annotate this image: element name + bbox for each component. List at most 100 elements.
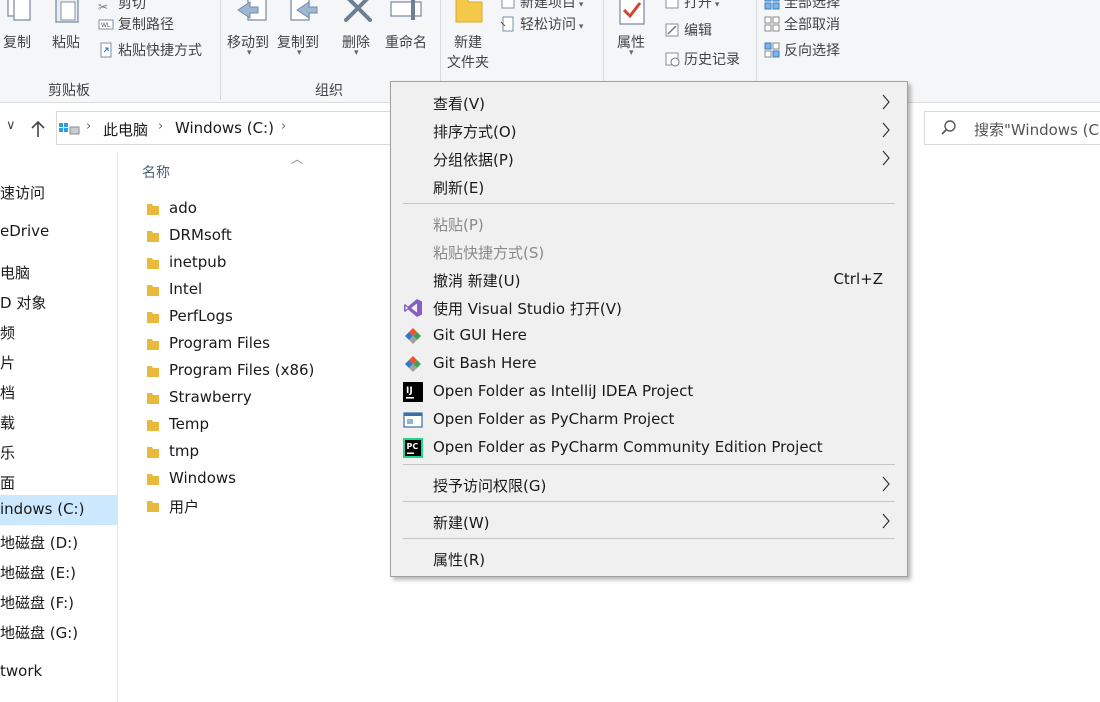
- submenu-arrow-icon: [882, 150, 890, 166]
- copy-to-icon[interactable]: [287, 0, 321, 26]
- folder-icon: [147, 474, 159, 485]
- new-folder-label-2: 文件夹: [447, 55, 489, 71]
- move-to-icon[interactable]: [236, 0, 270, 26]
- properties-caret[interactable]: ▾: [629, 48, 634, 58]
- clipboard-group-label: 剪贴板: [48, 83, 90, 99]
- copy-path-button[interactable]: WL 复制路径: [98, 14, 174, 34]
- new-item-button[interactable]: 新建项目 ▾: [500, 0, 583, 12]
- copy-path-icon: WL: [98, 19, 114, 30]
- folder-icon: [147, 366, 159, 377]
- menu-item-open-intellij[interactable]: IJ Open Folder as IntelliJ IDEA Project: [391, 378, 907, 404]
- open-icon: [665, 0, 679, 9]
- menu-item-new[interactable]: 新建(W): [391, 508, 907, 534]
- copy-button[interactable]: 复制: [3, 32, 31, 52]
- menu-item-git-gui-here[interactable]: Git GUI Here: [391, 322, 907, 348]
- breadcrumb-windows-c[interactable]: Windows (C:): [175, 119, 274, 137]
- rename-icon[interactable]: [389, 0, 425, 22]
- menu-separator: [403, 464, 895, 465]
- git-icon: [405, 356, 421, 372]
- ribbon-divider: [220, 0, 221, 100]
- folder-icon: [147, 393, 159, 404]
- edit-button[interactable]: 编辑: [664, 20, 712, 40]
- paste-icon[interactable]: [52, 0, 82, 26]
- svg-text:IJ: IJ: [406, 386, 413, 396]
- recent-locations-chevron-icon[interactable]: ∨: [6, 118, 16, 133]
- search-icon: [941, 120, 956, 135]
- folder-icon: [147, 447, 159, 458]
- menu-separator: [403, 203, 895, 204]
- move-to-caret[interactable]: ▾: [247, 48, 252, 58]
- select-all-button[interactable]: 全部选择: [764, 0, 840, 12]
- sort-ascending-icon: ︿: [291, 152, 304, 166]
- shortcut-label: Ctrl+Z: [833, 270, 883, 288]
- invert-selection-button[interactable]: 反向选择: [764, 40, 840, 60]
- new-item-icon: [501, 0, 515, 9]
- menu-item-properties[interactable]: 属性(R): [391, 545, 907, 571]
- properties-icon[interactable]: [618, 0, 648, 28]
- menu-item-open-pycharm-community[interactable]: PC Open Folder as PyCharm Community Edit…: [391, 434, 907, 460]
- menu-separator: [403, 538, 895, 539]
- breadcrumb-separator-icon[interactable]: ›: [158, 119, 163, 134]
- git-icon: [405, 328, 421, 344]
- up-arrow-icon[interactable]: [30, 120, 46, 138]
- context-menu: 查看(V) 排序方式(O) 分组依据(P) 刷新(E) 粘贴(P) 粘贴快捷方式…: [390, 81, 908, 577]
- easy-access-icon: [500, 16, 514, 32]
- paste-button[interactable]: 粘贴: [52, 32, 80, 52]
- copy-to-caret[interactable]: ▾: [297, 48, 302, 58]
- search-placeholder: 搜索"Windows (C:: [974, 121, 1100, 139]
- folder-icon: [147, 420, 159, 431]
- select-all-icon: [764, 0, 780, 10]
- menu-item-sort-by[interactable]: 排序方式(O): [391, 117, 907, 143]
- folder-icon: [147, 204, 159, 215]
- history-button[interactable]: 历史记录: [664, 49, 740, 69]
- delete-icon[interactable]: [342, 0, 374, 22]
- folder-icon: [147, 258, 159, 269]
- select-none-button[interactable]: 全部取消: [764, 14, 840, 34]
- folder-icon: [147, 339, 159, 350]
- invert-selection-icon: [764, 42, 780, 58]
- rename-button[interactable]: 重命名: [385, 32, 427, 52]
- submenu-arrow-icon: [882, 476, 890, 492]
- paste-shortcut-icon: [100, 42, 112, 58]
- menu-item-git-bash-here[interactable]: Git Bash Here: [391, 350, 907, 376]
- history-icon: [665, 52, 680, 67]
- this-pc-icon: [59, 123, 80, 135]
- open-button[interactable]: 打开 ▾: [664, 0, 719, 12]
- submenu-arrow-icon: [882, 94, 890, 110]
- folder-icon: [147, 285, 159, 296]
- delete-caret[interactable]: ▾: [354, 48, 359, 58]
- visual-studio-icon: [404, 299, 422, 317]
- menu-item-open-visual-studio[interactable]: 使用 Visual Studio 打开(V): [391, 294, 907, 320]
- copy-icon[interactable]: [4, 0, 34, 24]
- intellij-idea-icon: IJ: [403, 382, 423, 402]
- folder-icon: [147, 312, 159, 323]
- column-header-name[interactable]: 名称: [142, 162, 170, 182]
- breadcrumb-this-pc[interactable]: 此电脑: [103, 119, 148, 140]
- menu-item-give-access[interactable]: 授予访问权限(G): [391, 471, 907, 497]
- organize-group-label: 组织: [315, 83, 343, 99]
- breadcrumb-separator-icon[interactable]: ›: [86, 119, 91, 134]
- menu-item-undo-new[interactable]: 撤消 新建(U) Ctrl+Z: [391, 266, 907, 292]
- pycharm-community-icon: PC: [403, 438, 423, 458]
- menu-item-refresh[interactable]: 刷新(E): [391, 173, 907, 199]
- folder-icon: [147, 501, 159, 512]
- edit-icon: [665, 23, 679, 37]
- breadcrumb-separator-icon[interactable]: ›: [281, 119, 286, 134]
- svg-text:PC: PC: [407, 442, 419, 451]
- menu-item-open-pycharm[interactable]: Open Folder as PyCharm Project: [391, 406, 907, 432]
- paste-shortcut-button[interactable]: 粘贴快捷方式: [98, 40, 202, 60]
- menu-item-view[interactable]: 查看(V): [391, 89, 907, 115]
- new-folder-icon[interactable]: [454, 0, 484, 26]
- easy-access-button[interactable]: 轻松访问 ▾: [500, 14, 583, 34]
- new-folder-button[interactable]: 新建: [454, 32, 482, 52]
- menu-item-paste-shortcut[interactable]: 粘贴快捷方式(S): [391, 238, 907, 264]
- nav-item-windows-c[interactable]: indows (C:): [0, 495, 117, 525]
- menu-item-group-by[interactable]: 分组依据(P): [391, 145, 907, 171]
- select-none-icon: [764, 16, 780, 32]
- submenu-arrow-icon: [882, 122, 890, 138]
- menu-item-paste[interactable]: 粘贴(P): [391, 210, 907, 236]
- pycharm-icon: [403, 412, 423, 428]
- folder-icon: [147, 231, 159, 242]
- navigation-pane: 速访问 eDrive 电脑 D 对象 频 片 档 载 乐 面 indows (C…: [0, 152, 118, 702]
- svg-text:WL: WL: [101, 22, 111, 29]
